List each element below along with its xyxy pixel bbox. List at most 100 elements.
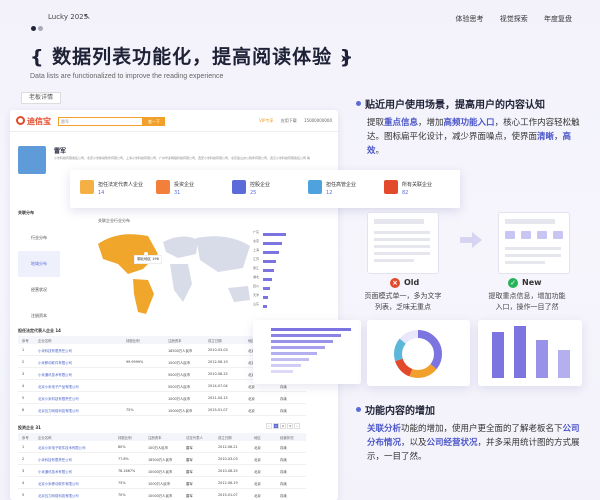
relation-card[interactable]: 所有关联企业 82: [384, 178, 460, 202]
table-cell: 北京: [254, 470, 261, 474]
page-2[interactable]: 2: [280, 423, 286, 429]
card-count: 31: [174, 190, 181, 196]
relation-card[interactable]: 担任法定代表人企业 14: [80, 178, 156, 202]
table-cell: 存续: [280, 397, 287, 401]
new-label: New: [522, 278, 542, 287]
table-cell: 5000万人民币: [168, 385, 191, 389]
table-cell: 北京: [254, 446, 261, 450]
table-cell[interactable]: 北京小米电子软件技术有限公司: [38, 445, 85, 450]
table-cell: 2010-03-03: [208, 348, 228, 352]
table-cell: 2014-07-04: [208, 384, 228, 388]
card-label: 所有关联企业: [402, 182, 433, 188]
table-cell: 10000万人民币: [148, 494, 173, 498]
region-bar-fill: [263, 287, 271, 290]
region-bar-fill: [263, 269, 274, 272]
region-label: 江苏: [253, 257, 260, 261]
card-icon: [80, 180, 94, 194]
tab-industry[interactable]: 行业分布: [18, 225, 60, 251]
table-cell: 雷军: [186, 470, 193, 474]
table-cell[interactable]: 北京瓦力网络科技有限公司: [38, 408, 79, 413]
table-cell[interactable]: 北京小米科技有限责任公司: [38, 396, 79, 401]
search-button[interactable]: 查一下: [143, 117, 165, 126]
table-cell[interactable]: 北京小米电子产品有限公司: [38, 384, 79, 389]
app-download-link[interactable]: 应用下载: [281, 118, 297, 123]
page-1[interactable]: 1: [273, 423, 279, 429]
relation-card[interactable]: 控股企业 25: [232, 178, 308, 202]
arrow-up-left-icon: ↖: [84, 12, 91, 21]
relation-card[interactable]: 投资企业 31: [156, 178, 232, 202]
page-next[interactable]: ›: [294, 423, 300, 429]
top-bar: Lucky 2025 ↖ 体验思考 视觉探索 年度复盘: [0, 0, 600, 36]
old-wireframe: [367, 212, 439, 274]
person-name: 雷军: [54, 148, 67, 155]
table-row[interactable]: 5 北京瓦力网络科技有限公司 70% 10000万人民币 雷军 2015-01-07 北京 存…: [18, 489, 306, 500]
close-icon: ×: [390, 278, 400, 288]
table-cell: 75%: [126, 408, 134, 412]
table-cell: 2012-06-21: [218, 445, 238, 449]
table-row[interactable]: 2 小米科技有限责任公司 77.8% 18500万人民币 雷军 2010-03-03 北京 存…: [18, 453, 306, 465]
table-row[interactable]: 1 北京小米电子软件技术有限公司 80% 100万人民币 雷军 2012-06-21 北京 存…: [18, 441, 306, 453]
table-cell: 1: [22, 445, 25, 449]
table-row[interactable]: 4 北京小米移动软件有限公司 75% 1000万人民币 雷军 2012-06-19 北京 存续: [18, 477, 306, 489]
table-cell: 存续: [280, 494, 287, 498]
page-subtitle: Data lists are functionalized to improve…: [30, 73, 224, 80]
search-input[interactable]: 雷军: [58, 117, 143, 126]
tab-capital[interactable]: 注册资本: [18, 303, 60, 329]
table-cell: 70%: [118, 493, 126, 497]
table-cell: 北京: [248, 397, 255, 401]
user-phone[interactable]: 15000000000: [304, 118, 332, 123]
nav-item-thinking[interactable]: 体验思考: [456, 15, 484, 23]
vip-link[interactable]: VIP专享: [259, 118, 273, 123]
region-bar: 天津: [253, 293, 289, 302]
table-cell: 北京: [254, 494, 261, 498]
table-cell: 北京: [254, 458, 261, 462]
region-bar: 广东: [253, 230, 289, 239]
region-label: 浙江: [253, 266, 260, 270]
table-cell: 1000万人民币: [168, 361, 191, 365]
card-icon: [232, 180, 246, 194]
table-cell: 99.9999%: [126, 360, 144, 364]
bar-chart-panel: [253, 320, 361, 384]
table-cell: 100万人民币: [148, 446, 169, 450]
region-bars: 广东 北京 上海 江苏 浙江 湖北 四川 天津 山东: [253, 230, 289, 311]
table-cell: 2011-04-15: [208, 396, 228, 400]
region-bar: 浙江: [253, 266, 289, 275]
table-cell: 78.1667%: [118, 469, 136, 473]
tab-status[interactable]: 经营状况: [18, 277, 60, 303]
old-label: Old: [404, 278, 420, 287]
table-row[interactable]: 5 北京小米科技有限责任公司 1000万人民币 2011-04-15 北京 存续: [18, 392, 306, 404]
table-cell: 5000万人民币: [168, 373, 191, 377]
table-cell[interactable]: 北京瓦力网络科技有限公司: [38, 493, 79, 498]
invest-table: 序号 企业名称 持股比例 注册资本 法定代表人 成立日期 地区 经营状况 1 北京小米电子软件技术…: [18, 433, 306, 500]
table-cell: 2: [22, 360, 25, 364]
table-row[interactable]: 3 小米通讯技术有限公司 78.1667% 10000万人民币 雷军 2010-08-25…: [18, 465, 306, 477]
page-prev[interactable]: ‹: [266, 423, 272, 429]
table-cell[interactable]: 小米科技有限责任公司: [38, 457, 72, 462]
nav-item-visual[interactable]: 视觉探索: [500, 15, 528, 23]
nav-item-review[interactable]: 年度复盘: [544, 15, 572, 23]
header-right: VIP专享 应用下载 15000000000: [253, 118, 332, 124]
column-chart: [492, 326, 570, 378]
table-cell[interactable]: 小米科技有限责任公司: [38, 348, 72, 353]
table-row[interactable]: 6 北京瓦力网络科技有限公司 75% 10000万人民币 2015-01-07 北京 存续: [18, 404, 306, 416]
tab-region[interactable]: 地域分布: [18, 251, 60, 277]
table-cell[interactable]: 小米通讯技术有限公司: [38, 469, 72, 474]
table-cell: 雷军: [186, 494, 193, 498]
region-bar: 四川: [253, 284, 289, 293]
column-header: 企业名称: [38, 339, 52, 343]
cursor-icon: ➤: [340, 52, 350, 65]
table-cell[interactable]: 小米通讯技术有限公司: [38, 372, 72, 377]
table-cell[interactable]: 北京小米移动软件有限公司: [38, 481, 79, 486]
relation-cards: 担任法定代表人企业 14 投资企业 31 控股企业 25 担任高管企业 12 所有关联企业 82: [70, 170, 460, 208]
card-count: 12: [326, 190, 333, 196]
table-cell: 80%: [118, 445, 126, 449]
page-3[interactable]: 3: [287, 423, 293, 429]
card-label: 投资企业: [174, 182, 195, 188]
relation-card[interactable]: 担任高管企业 12: [308, 178, 384, 202]
table-cell[interactable]: 小米移动软件有限公司: [38, 360, 72, 365]
region-bar-fill: [263, 296, 269, 299]
table-cell: 存续: [280, 446, 287, 450]
card-label: 担任法定代表人企业: [98, 182, 144, 188]
region-label: 广东: [253, 230, 260, 234]
region-bar: 山东: [253, 302, 289, 311]
